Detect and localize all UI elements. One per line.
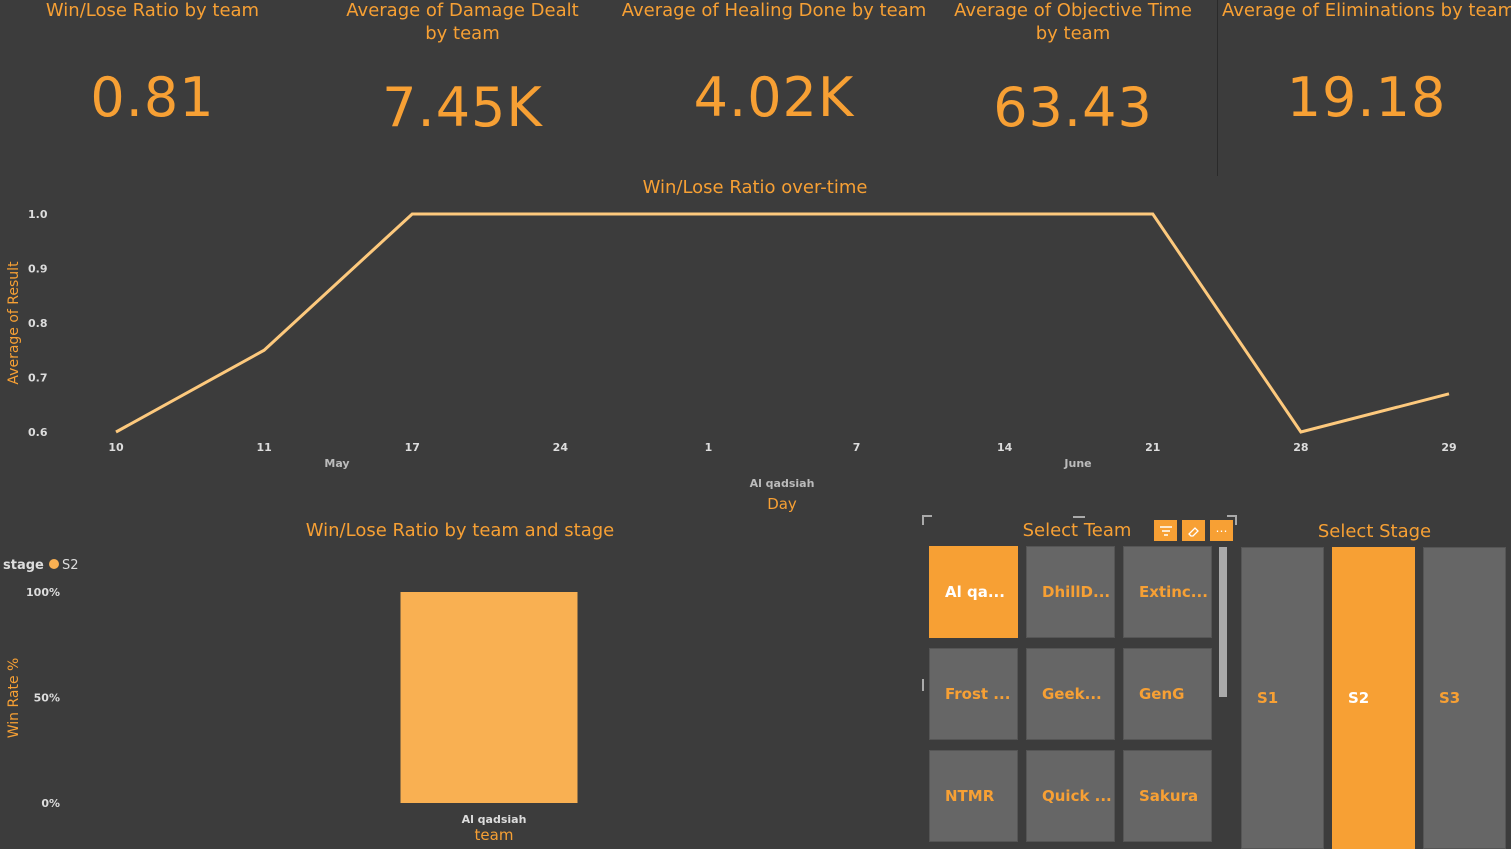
team-tile-sakura[interactable]: Sakura <box>1123 750 1212 842</box>
bar[interactable] <box>400 592 578 803</box>
kpi-title: Average of Objective Time by team <box>954 0 1192 44</box>
y-tick-label: 0.9 <box>28 263 48 276</box>
team-slicer-title: Select Team <box>1022 520 1132 541</box>
filter-icon[interactable] <box>1154 520 1177 541</box>
legend-item: S2 <box>62 558 79 573</box>
kpi-value: 63.43 <box>993 76 1153 139</box>
eraser-icon[interactable] <box>1182 520 1205 541</box>
x-axis-label: team <box>475 826 514 844</box>
kpi-title: Average of Eliminations by team <box>1222 0 1511 21</box>
legend-title: stage <box>3 558 44 573</box>
drag-handle-icon[interactable] <box>1073 516 1085 518</box>
team-tile-ntmr[interactable]: NTMR <box>929 750 1018 842</box>
x-tick-label: 1 <box>705 441 713 454</box>
y-tick-label: 0.8 <box>28 317 48 330</box>
x-tick-label: 29 <box>1441 441 1456 454</box>
kpi-eliminations: Average of Eliminations by team 19.18 <box>1222 0 1511 170</box>
team-tile-extinc[interactable]: Extinc... <box>1123 546 1212 638</box>
x-tick-label: 14 <box>997 441 1013 454</box>
x-tick-label: 24 <box>553 441 569 454</box>
team-tile-frost[interactable]: Frost ... <box>929 648 1018 740</box>
x-tick-label: Al qadsiah <box>462 813 527 826</box>
stage-slicer-title: Select Stage <box>1317 521 1432 542</box>
month-label-june: June <box>1063 457 1091 470</box>
x-tick-label: 11 <box>256 441 271 454</box>
series-line[interactable] <box>115 212 1450 434</box>
kpi-value: 4.02K <box>693 66 855 129</box>
x-axis-label: Day <box>767 495 797 513</box>
stage-tile-s1[interactable]: S1 <box>1241 547 1324 849</box>
x-tick-label: 21 <box>1145 441 1160 454</box>
line-chart[interactable]: Average of Result 0.60.70.80.91.0 10 11 17… <box>0 195 1511 520</box>
kpi-value: 7.45K <box>382 76 543 139</box>
team-tile-geng[interactable]: GenG <box>1123 648 1212 740</box>
stage-slicer: Select Stage S1 S2 S3 <box>1238 515 1511 849</box>
divider <box>1217 0 1218 176</box>
x-axis-sublabel: Al qadsiah <box>750 477 815 490</box>
y-axis-label: Win Rate % <box>6 658 22 739</box>
kpi-healing-done: Average of Healing Done by team 4.02K <box>620 0 928 170</box>
bar-chart[interactable]: stage S2 Win Rate % 0% 50% 100% Al qadsiah… <box>0 550 900 849</box>
stage-tile-s2[interactable]: S2 <box>1332 547 1415 849</box>
y-tick-label: 0.6 <box>28 426 48 439</box>
team-tile-dhilld[interactable]: DhillD... <box>1026 546 1115 638</box>
kpi-value: 19.18 <box>1286 66 1447 129</box>
legend-marker <box>49 559 59 569</box>
team-slicer: Select Team ⋯ Al qa... DhillD... Extinc.… <box>922 515 1237 849</box>
kpi-win-lose-ratio: Win/Lose Ratio by team 0.81 <box>20 0 285 170</box>
y-tick-label: 0% <box>41 797 60 810</box>
kpi-title: Average of Damage Dealt by team <box>346 0 579 44</box>
stage-tile-s3[interactable]: S3 <box>1423 547 1506 849</box>
x-tick-label: 17 <box>405 441 420 454</box>
corner-handle-icon <box>922 515 932 525</box>
y-axis-label: Average of Result <box>6 261 22 385</box>
team-tile-quick[interactable]: Quick ... <box>1026 750 1115 842</box>
y-tick-label: 50% <box>34 692 60 705</box>
bar-chart-title: Win/Lose Ratio by team and stage <box>305 520 615 541</box>
kpi-damage-dealt: Average of Damage Dealt by team 7.45K <box>325 0 600 170</box>
y-tick-label: 100% <box>26 586 60 599</box>
y-tick-label: 0.7 <box>28 372 48 385</box>
side-handle-icon[interactable] <box>922 679 924 691</box>
month-label-may: May <box>324 457 349 470</box>
team-tile-al-qadsiah[interactable]: Al qa... <box>929 546 1018 638</box>
kpi-objective-time: Average of Objective Time by team 63.43 <box>938 0 1208 170</box>
kpi-value: 0.81 <box>90 66 215 129</box>
x-tick-label: 28 <box>1293 441 1308 454</box>
more-options-icon[interactable]: ⋯ <box>1210 520 1233 541</box>
kpi-title: Average of Healing Done by team <box>621 0 927 21</box>
scrollbar[interactable] <box>1219 547 1227 697</box>
y-tick-label: 1.0 <box>28 208 48 221</box>
x-tick-label: 10 <box>108 441 124 454</box>
team-tile-geek[interactable]: Geek... <box>1026 648 1115 740</box>
x-tick-label: 7 <box>853 441 861 454</box>
kpi-title: Win/Lose Ratio by team <box>45 0 260 21</box>
